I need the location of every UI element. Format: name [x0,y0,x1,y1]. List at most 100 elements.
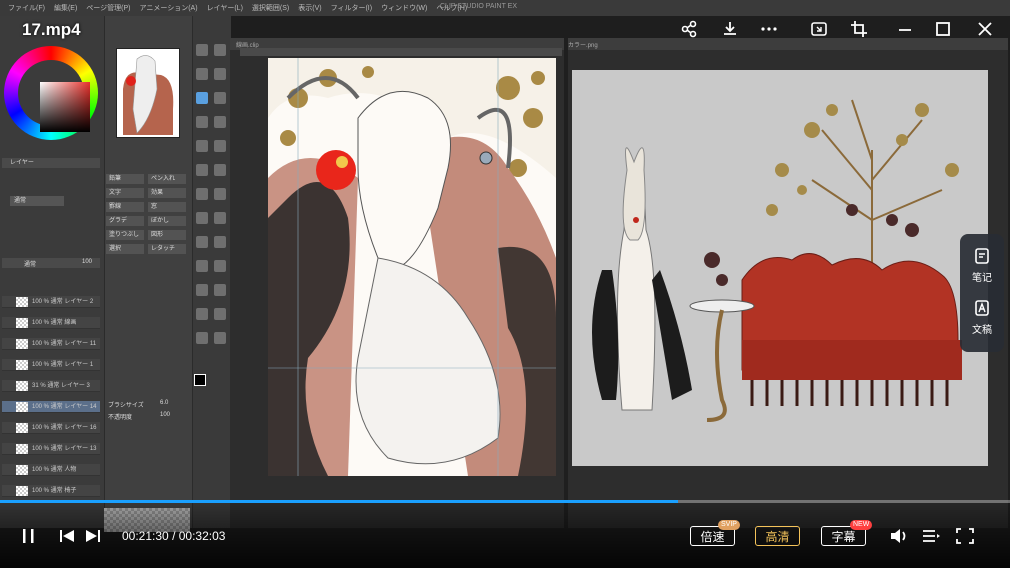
download-icon[interactable] [719,20,741,42]
menu-layer[interactable]: レイヤー(L) [207,3,243,13]
pause-icon [23,529,34,543]
sub-tool-button[interactable]: 選択 [106,244,144,254]
menu-selection[interactable]: 選択範囲(S) [252,3,289,13]
menu-file[interactable]: ファイル(F) [8,3,45,13]
tool-icon[interactable] [196,308,208,320]
layer-thumbnail [16,339,28,349]
layer-row[interactable]: 100 % 通常 レイヤー 1 [2,359,100,371]
svip-badge: SVIP [718,520,740,530]
tool-icon[interactable] [214,236,226,248]
total-time: 00:32:03 [178,529,226,543]
maximize-icon[interactable] [932,20,954,42]
sub-tool-button[interactable]: 文字 [106,188,144,198]
tool-icon[interactable] [196,260,208,272]
close-icon[interactable] [974,20,996,42]
menu-edit[interactable]: 編集(E) [54,3,77,13]
menu-window[interactable]: ウィンドウ(W) [381,3,427,13]
drawing-canvas[interactable] [268,58,556,476]
tool-icon[interactable] [214,116,226,128]
tool-icon[interactable] [214,284,226,296]
navigator-thumbnail[interactable] [116,48,180,138]
tool-icon[interactable] [196,236,208,248]
tool-icon[interactable] [196,44,208,56]
document-ai-icon [975,300,989,316]
playlist-icon [923,530,940,542]
pause-button[interactable] [20,526,38,546]
tool-icon[interactable] [214,188,226,200]
menu-page[interactable]: ページ管理(P) [86,3,130,13]
sub-tool-button[interactable]: ぼかし [148,216,186,226]
tool-icon[interactable] [214,44,226,56]
volume-button[interactable] [888,526,910,546]
crop-icon[interactable] [848,20,870,42]
layer-row[interactable]: 31 % 通常 レイヤー 3 [2,380,100,392]
tool-icon[interactable] [214,332,226,344]
tool-icon[interactable] [214,308,226,320]
sub-tool-button[interactable]: グラデ [106,216,144,226]
layer-row[interactable]: 100 % 通常 人物 [2,464,100,476]
main-color-swatch[interactable] [194,374,206,386]
layer-thumbnail [16,360,28,370]
blend-mode-select[interactable]: 通常 [10,196,64,206]
layer-label: 100 % 通常 レイヤー 13 [32,446,97,452]
sub-tool-button[interactable]: 窓 [148,202,186,212]
layer-opacity[interactable]: 100 [82,259,92,265]
note-button[interactable]: 笔记 [960,246,1004,284]
sub-tool-button[interactable]: 効果 [148,188,186,198]
tool-icon[interactable] [196,116,208,128]
tool-icon[interactable] [196,140,208,152]
layer-thumbnail [16,444,28,454]
layer-row[interactable]: 100 % 通常 線画 [2,317,100,329]
quality-button[interactable]: 高清 [755,526,800,546]
layer-row[interactable]: 100 % 通常 レイヤー 11 [2,338,100,350]
tool-icon[interactable] [214,68,226,80]
tool-icon[interactable] [214,140,226,152]
menu-filter[interactable]: フィルター(I) [331,3,372,13]
menu-animation[interactable]: アニメーション(A) [140,3,198,13]
pip-icon[interactable] [808,20,830,42]
layer-row[interactable]: 100 % 通常 レイヤー 13 [2,443,100,455]
tool-icon[interactable] [196,164,208,176]
layer-row[interactable]: 100 % 通常 レイヤー 14 [2,401,100,413]
canvas-tab-reference[interactable]: カラー.png [568,40,598,49]
tool-icon[interactable] [214,212,226,224]
layer-row[interactable]: 100 % 通常 レイヤー 2 [2,296,100,308]
tool-icon[interactable] [196,68,208,80]
more-icon[interactable] [758,20,780,42]
playlist-button[interactable] [920,526,942,546]
layer-label: 100 % 通常 レイヤー 1 [32,362,94,368]
sub-tool-button[interactable]: 図形 [148,230,186,240]
previous-button[interactable] [58,526,76,546]
tool-icon[interactable] [214,164,226,176]
next-button[interactable] [84,526,102,546]
sub-tool-button[interactable]: 罫線 [106,202,144,212]
layer-blend-mode[interactable]: 通常 [24,259,36,268]
layer-label: 100 % 通常 人物 [32,467,77,473]
color-wheel[interactable] [4,46,98,140]
tool-icon[interactable] [214,260,226,272]
sub-tool-button[interactable]: 塗りつぶし [106,230,144,240]
layer-thumbnail [16,423,28,433]
color-square[interactable] [40,82,90,132]
brush-size-value[interactable]: 6.0 [160,400,168,406]
brush-size-label: ブラシサイズ [108,403,144,409]
document-ai-button[interactable]: 文稿 [960,298,1004,336]
sub-tool-button[interactable]: ペン入れ [148,174,186,184]
tool-icon[interactable] [196,332,208,344]
layer-label: 100 % 通常 レイヤー 14 [32,404,97,410]
share-icon[interactable] [678,20,700,42]
tool-icon[interactable] [196,212,208,224]
sub-tool-button[interactable]: レタッチ [148,244,186,254]
canvas-divider[interactable] [564,38,568,528]
fullscreen-button[interactable] [954,526,976,546]
sub-tool-button[interactable]: 鉛筆 [106,174,144,184]
tool-icon[interactable] [214,92,226,104]
tool-icon[interactable] [196,284,208,296]
minimize-icon[interactable] [894,20,916,42]
opacity-value[interactable]: 100 [160,412,170,418]
layer-row[interactable]: 100 % 通常 レイヤー 16 [2,422,100,434]
tool-icon[interactable] [196,188,208,200]
menu-view[interactable]: 表示(V) [298,3,321,13]
tool-icon[interactable] [196,92,208,104]
layer-row[interactable]: 100 % 通常 椅子 [2,485,100,497]
